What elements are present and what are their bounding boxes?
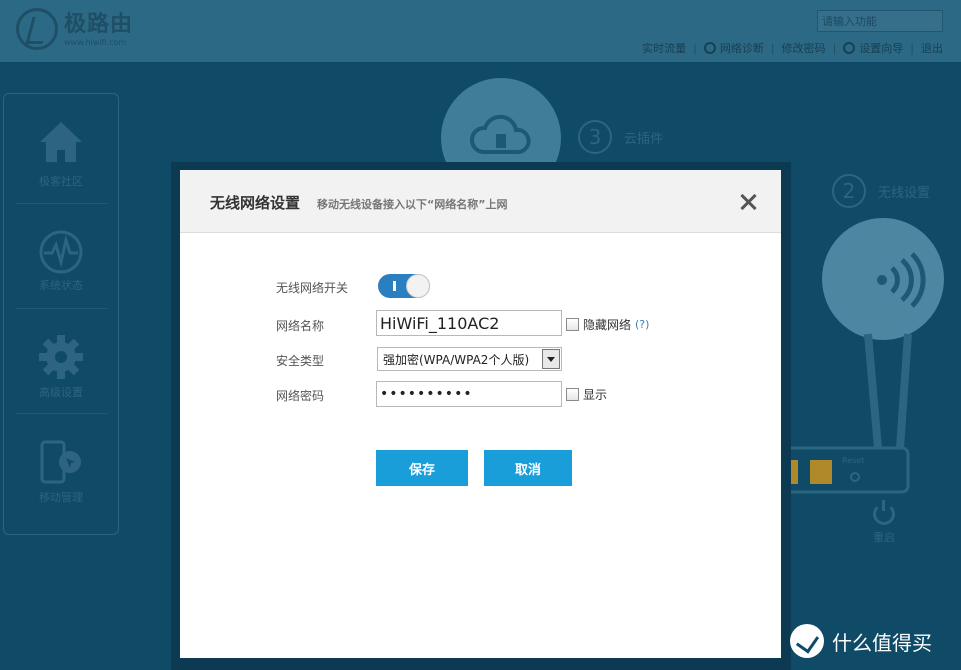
watermark-text: 什么值得买 [832,630,932,655]
dialog-subtitle: 移动无线设备接入以下“网络名称”上网 [317,198,508,211]
watermark: 什么值得买 [790,624,932,658]
dialog-header: 无线网络设置 移动无线设备接入以下“网络名称”上网 [180,170,781,233]
step-label: 云插件 [624,131,664,147]
nav-divider: | [832,41,837,55]
watermark-logo-icon [790,624,824,658]
show-password-label: 显示 [583,388,608,402]
step-number: 3 [578,120,612,154]
dialog-title: 无线网络设置 [210,194,301,212]
step-cloud-plugin: 3 云插件 [578,120,663,154]
ssid-label: 网络名称 [276,319,325,333]
ssid-input[interactable] [376,310,562,336]
nav-logout[interactable]: 退出 [921,40,943,56]
security-type-label: 安全类型 [276,354,325,368]
brand-name: 极路由 [64,11,134,37]
save-button[interactable]: 保存 [376,450,468,486]
dropdown-arrow-icon[interactable] [542,349,560,369]
cloud-plug-icon [470,114,531,154]
brand-url: www.hiwifi.com [64,37,127,47]
help-link[interactable]: (?) [635,318,649,331]
show-password-option: 显示 [566,386,607,403]
nav-divider: | [910,41,914,55]
restart-control: 重启 [862,500,906,545]
hide-network-checkbox[interactable] [566,318,579,331]
sidebar: 极客社区 系统状态 高级设置 移动管理 [3,93,119,535]
search-box [817,10,961,32]
wizard-icon [843,42,856,54]
sidebar-item-label: 高级设置 [39,386,83,399]
wireless-settings-dialog: 无线网络设置 移动无线设备接入以下“网络名称”上网 无线网络开关 网络名称 隐藏… [180,170,781,658]
password-input[interactable] [376,381,562,407]
password-label: 网络密码 [276,389,325,403]
show-password-checkbox[interactable] [566,388,579,401]
sidebar-item-advanced-settings[interactable]: 高级设置 [4,309,118,414]
power-icon [873,500,895,525]
sidebar-item-mobile-management[interactable]: 移动管理 [4,414,118,519]
logo-icon [16,8,58,50]
nav-setup-wizard-label: 设置向导 [859,42,904,55]
restart-label: 重启 [873,531,895,544]
brand-logo[interactable]: 极路由 www.hiwifi.com [16,8,133,50]
toggle-knob [406,274,430,298]
stethoscope-icon [703,42,716,54]
step-number: 2 [832,174,866,208]
reset-label: Reset [842,456,865,465]
security-type-select[interactable]: 强加密(WPA/WPA2个人版) [377,347,562,371]
cancel-button[interactable]: 取消 [484,450,572,486]
nav-divider: | [693,41,697,55]
wireless-switch-label: 无线网络开关 [276,281,349,295]
pulse-icon [39,230,83,274]
top-header: 极路由 www.hiwifi.com 实时流量 | 网络诊断 | 修改密码 | … [0,0,961,62]
nav-network-diagnosis[interactable]: 网络诊断 [703,40,764,56]
wireless-circle [822,218,944,340]
sidebar-item-label: 移动管理 [39,491,83,504]
wifi-signal-icon [877,252,926,308]
nav-divider: | [770,41,775,55]
mobile-icon [40,440,81,484]
sidebar-item-system-status[interactable]: 系统状态 [4,204,118,309]
nav-change-password[interactable]: 修改密码 [782,40,826,56]
sidebar-item-label: 极客社区 [39,175,83,188]
security-type-value: 强加密(WPA/WPA2个人版) [383,352,530,367]
step-wireless-settings: 2 无线设置 [832,174,930,208]
wireless-switch-toggle[interactable] [378,274,430,298]
nav-network-diagnosis-label: 网络诊断 [719,42,764,55]
nav-realtime-traffic[interactable]: 实时流量 [642,40,686,56]
nav-setup-wizard[interactable]: 设置向导 [843,40,903,56]
search-input[interactable] [818,11,961,31]
toggle-on-mark [393,281,396,291]
sidebar-item-label: 系统状态 [39,279,83,292]
close-icon[interactable] [738,192,758,212]
gear-icon [39,335,83,379]
step-label: 无线设置 [878,185,931,201]
sidebar-item-geek-community[interactable]: 极客社区 [4,94,118,199]
top-nav: 实时流量 | 网络诊断 | 修改密码 | 设置向导 | 退出 [642,40,943,56]
hide-network-label: 隐藏网络 [583,318,632,332]
hide-network-option: 隐藏网络 (?) [566,316,649,333]
home-icon [40,122,82,162]
